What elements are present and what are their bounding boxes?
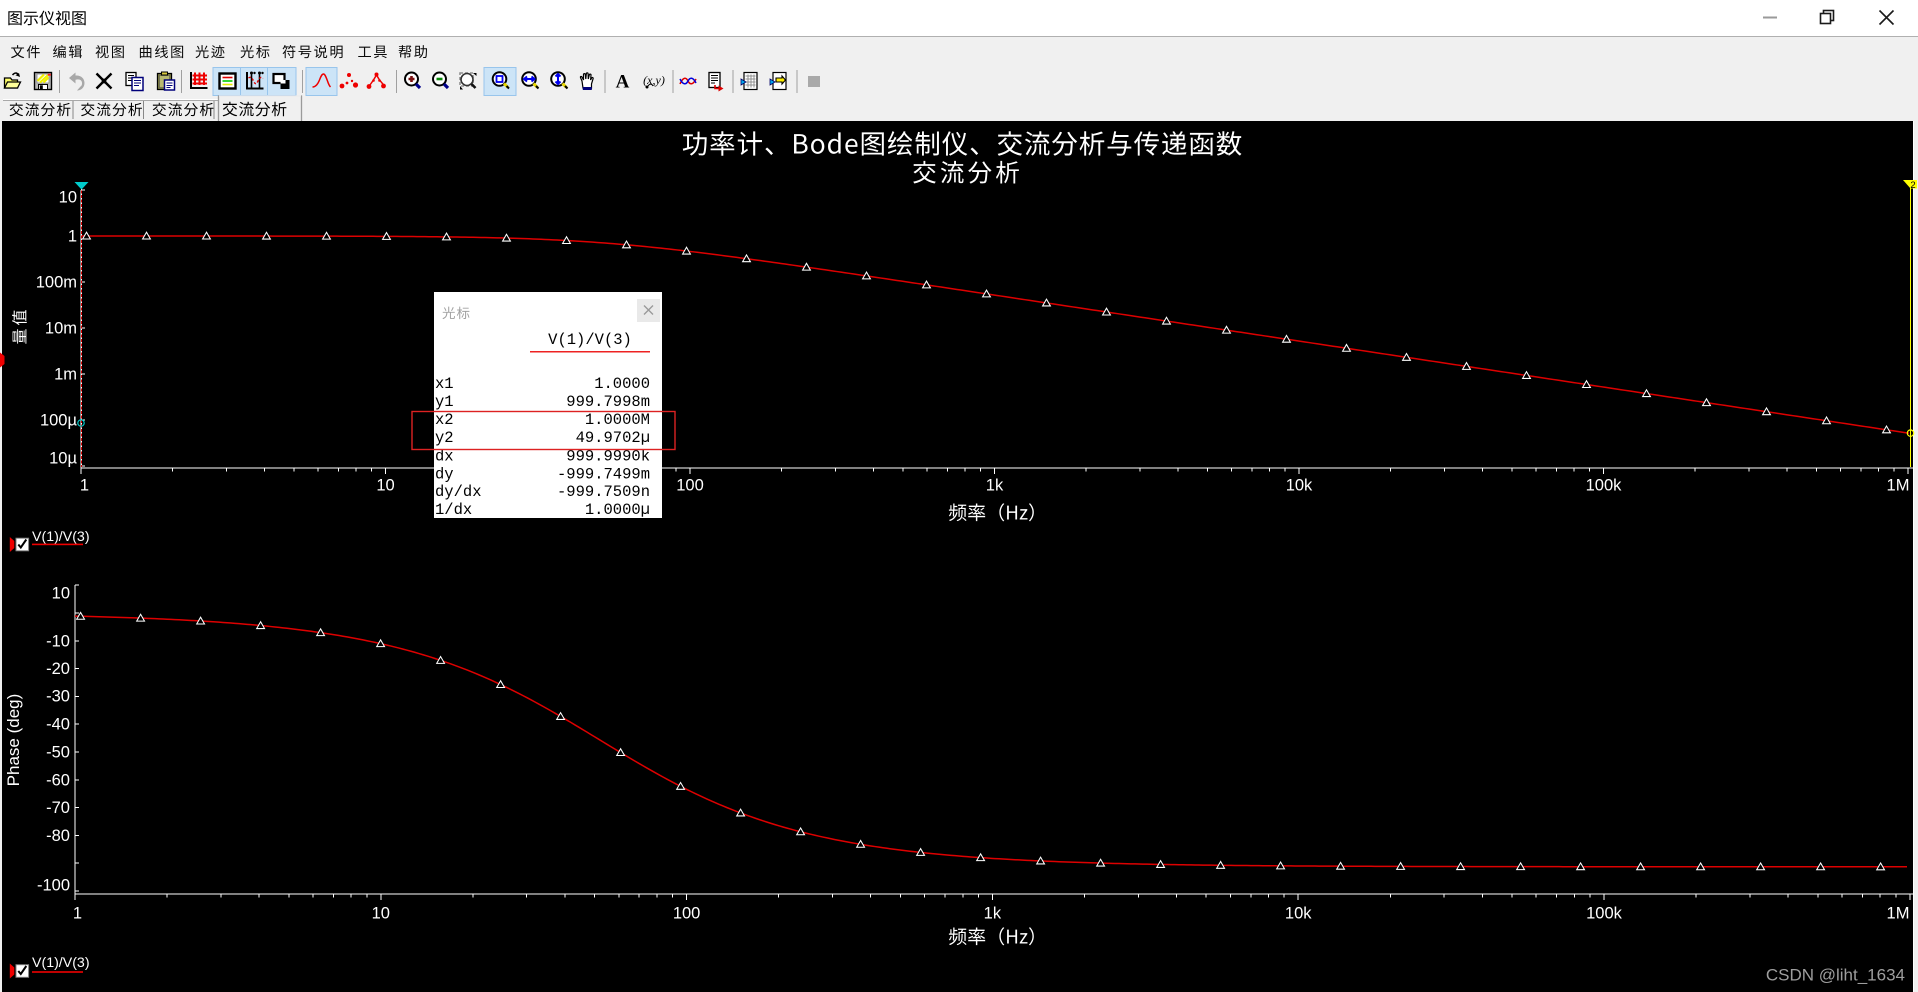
svg-text:-40: -40 bbox=[46, 716, 70, 734]
svg-text:1.0000µ: 1.0000µ bbox=[585, 501, 650, 519]
svg-text:-30: -30 bbox=[46, 688, 70, 706]
svg-text:V(1)/V(3): V(1)/V(3) bbox=[32, 955, 90, 971]
svg-text:2: 2 bbox=[1910, 180, 1915, 191]
svg-text:100k: 100k bbox=[1586, 477, 1623, 495]
svg-text:y2: y2 bbox=[435, 429, 454, 447]
svg-text:1k: 1k bbox=[986, 477, 1004, 495]
svg-text:10: 10 bbox=[59, 189, 77, 207]
svg-text:x2: x2 bbox=[435, 411, 454, 429]
svg-text:V(1)/V(3): V(1)/V(3) bbox=[32, 529, 90, 545]
svg-text:100: 100 bbox=[676, 477, 704, 495]
svg-text:y1: y1 bbox=[435, 393, 454, 411]
svg-text:Phase (deg): Phase (deg) bbox=[4, 694, 23, 787]
svg-text:10: 10 bbox=[52, 585, 70, 603]
svg-text:V(1)/V(3): V(1)/V(3) bbox=[548, 331, 632, 349]
svg-text:1k: 1k bbox=[984, 905, 1002, 923]
svg-text:1m: 1m bbox=[54, 366, 77, 384]
svg-text:-70: -70 bbox=[46, 799, 70, 817]
svg-text:999.9990k: 999.9990k bbox=[566, 448, 650, 466]
svg-text:-10: -10 bbox=[46, 633, 70, 651]
svg-text:10k: 10k bbox=[1286, 477, 1313, 495]
svg-text:-20: -20 bbox=[46, 660, 70, 678]
svg-text:-999.7499m: -999.7499m bbox=[557, 466, 650, 484]
svg-text:-80: -80 bbox=[46, 827, 70, 845]
svg-text:A: A bbox=[616, 72, 630, 93]
svg-text:-50: -50 bbox=[46, 744, 70, 762]
svg-text:-60: -60 bbox=[46, 772, 70, 790]
svg-text:1.0000M: 1.0000M bbox=[585, 411, 650, 429]
svg-text:dx: dx bbox=[435, 448, 454, 466]
svg-text:100µ: 100µ bbox=[40, 412, 78, 430]
svg-text:10: 10 bbox=[376, 477, 394, 495]
svg-text:CSDN @liht_1634: CSDN @liht_1634 bbox=[1766, 966, 1905, 985]
svg-text:1/dx: 1/dx bbox=[435, 501, 472, 519]
svg-text:-100: -100 bbox=[37, 877, 70, 895]
svg-text:49.9702µ: 49.9702µ bbox=[576, 429, 650, 447]
svg-text:dy: dy bbox=[435, 466, 454, 484]
svg-text:dy/dx: dy/dx bbox=[435, 483, 482, 501]
svg-text:1M: 1M bbox=[1887, 477, 1910, 495]
svg-text:1: 1 bbox=[68, 228, 77, 246]
svg-text:999.7998m: 999.7998m bbox=[566, 393, 650, 411]
svg-text:x1: x1 bbox=[435, 375, 454, 393]
svg-text:100: 100 bbox=[673, 905, 701, 923]
svg-text:-999.7509n: -999.7509n bbox=[557, 483, 650, 501]
svg-text:1M: 1M bbox=[1887, 905, 1910, 923]
svg-text:1: 1 bbox=[73, 905, 82, 923]
svg-text:1: 1 bbox=[80, 477, 89, 495]
svg-text:10µ: 10µ bbox=[49, 450, 77, 468]
svg-text:10: 10 bbox=[372, 905, 390, 923]
svg-text:100m: 100m bbox=[36, 274, 77, 292]
svg-text:10m: 10m bbox=[45, 320, 77, 338]
svg-text:(x,y): (x,y) bbox=[643, 73, 665, 87]
svg-text:10k: 10k bbox=[1285, 905, 1312, 923]
svg-text:1.0000: 1.0000 bbox=[594, 375, 650, 393]
svg-text:100k: 100k bbox=[1586, 905, 1623, 923]
